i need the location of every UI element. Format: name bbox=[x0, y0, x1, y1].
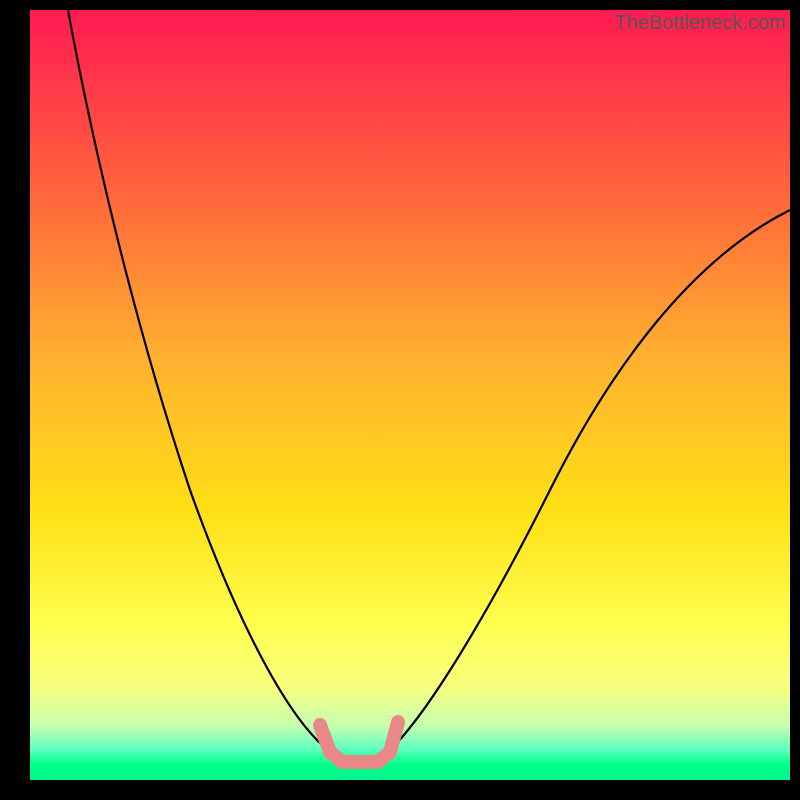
curve-left bbox=[68, 10, 328, 750]
trough-marker bbox=[320, 722, 398, 762]
chart-container: TheBottleneck.com bbox=[0, 0, 800, 800]
plot-area bbox=[30, 10, 790, 780]
watermark-label: TheBottleneck.com bbox=[615, 12, 786, 35]
curve-right bbox=[392, 210, 790, 748]
curve-layer bbox=[30, 10, 790, 780]
